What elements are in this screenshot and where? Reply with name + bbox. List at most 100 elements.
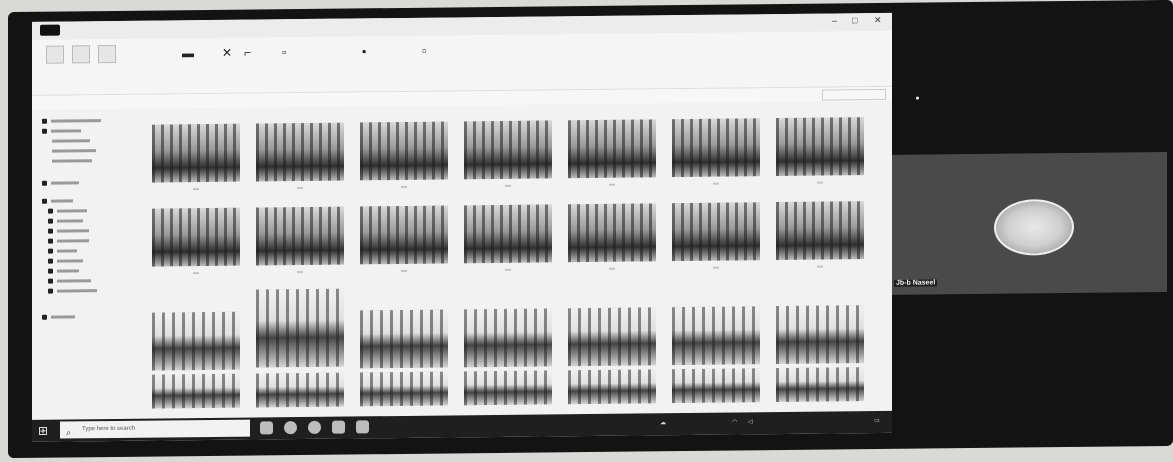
wifi-icon[interactable]: ◠ (732, 418, 737, 425)
thumbnail-caption (464, 268, 552, 271)
photo-thumbnail[interactable] (256, 372, 344, 408)
nav-item-onedrive[interactable] (42, 179, 79, 186)
nav-item-quick-access[interactable] (42, 117, 101, 124)
thumbnail-grid (144, 105, 884, 413)
photo-thumbnail[interactable] (568, 119, 656, 179)
thumbnail-caption (152, 188, 240, 191)
search-icon: ⌕ (66, 427, 72, 438)
camera-dot (916, 96, 919, 100)
photo-thumbnail[interactable] (256, 288, 344, 368)
photo-thumbnail[interactable] (776, 367, 864, 403)
photo-thumbnail[interactable] (568, 369, 656, 405)
photo-image (152, 123, 240, 183)
ribbon-toolbar: ▬ ✕ ⌐ ▫ ▪ ▫ (32, 30, 892, 96)
photo-thumbnail[interactable] (256, 206, 344, 266)
photo-thumbnail[interactable] (568, 203, 656, 263)
photo-image (568, 119, 656, 179)
chrome-icon[interactable] (308, 420, 321, 434)
photo-thumbnail[interactable] (776, 117, 864, 177)
close-icon[interactable]: ✕ (874, 15, 882, 26)
nav-item-this-pc[interactable] (42, 197, 73, 204)
music-icon (48, 248, 53, 254)
minimize-icon[interactable]: – (832, 15, 837, 25)
photo-image (152, 207, 240, 267)
new-folder-icon[interactable]: ▫ (282, 45, 286, 59)
folder-icon (42, 128, 47, 134)
move-icon[interactable]: ▬ (182, 46, 194, 60)
edge-icon[interactable] (284, 421, 297, 435)
photo-thumbnail[interactable] (672, 306, 760, 366)
photo-thumbnail[interactable] (464, 308, 552, 368)
photo-thumbnail[interactable] (360, 371, 448, 407)
nav-item-documents[interactable] (48, 227, 89, 234)
photo-image (568, 203, 656, 263)
nav-item[interactable] (52, 147, 96, 153)
photo-thumbnail[interactable] (360, 205, 448, 265)
nav-item[interactable] (52, 157, 92, 163)
photo-thumbnail[interactable] (152, 207, 240, 267)
photo-image (568, 307, 656, 367)
paste-button[interactable] (98, 44, 116, 64)
notification-icon[interactable]: ▭ (874, 417, 880, 424)
thumbnail-caption (776, 265, 864, 268)
photo-thumbnail[interactable] (672, 368, 760, 404)
photo-image (360, 205, 448, 265)
photo-thumbnail[interactable] (464, 120, 552, 180)
photo-thumbnail[interactable] (776, 305, 864, 365)
photo-image (256, 122, 344, 182)
nav-item-network[interactable] (42, 313, 75, 320)
download-icon (48, 238, 53, 244)
participant-video-tile[interactable]: Jb-b Naseel (892, 151, 1167, 295)
pin-button[interactable] (46, 45, 64, 64)
thumbnail-caption (152, 272, 240, 275)
photo-thumbnail[interactable] (256, 122, 344, 182)
thumbnail-caption (568, 183, 656, 186)
photo-thumbnail[interactable] (360, 121, 448, 181)
nav-item[interactable] (52, 137, 90, 143)
photo-thumbnail[interactable] (152, 373, 240, 409)
thumbnail-caption (360, 269, 448, 272)
copy-button[interactable] (72, 45, 90, 64)
file-explorer-icon (40, 24, 60, 36)
photo-image (360, 371, 448, 407)
windows-logo-icon[interactable]: ⊞ (38, 424, 48, 438)
photo-thumbnail[interactable] (152, 123, 240, 183)
properties-icon[interactable]: ▪ (362, 44, 366, 58)
photo-image (776, 305, 864, 365)
photo-thumbnail[interactable] (152, 311, 240, 371)
file-explorer-taskbar-icon[interactable] (332, 420, 345, 434)
drive-icon (48, 288, 53, 294)
weather-icon[interactable]: ☁ (660, 419, 666, 426)
search-input[interactable] (822, 88, 886, 101)
nav-item-3d-objects[interactable] (48, 207, 87, 214)
photo-thumbnail[interactable] (672, 202, 760, 262)
volume-icon[interactable]: ◁ (748, 418, 753, 425)
desktop-screen: – □ ✕ ▬ ✕ ⌐ ▫ ▪ ▫ ⊞ ⌕ Type here to searc… (32, 12, 892, 442)
photo-thumbnail[interactable] (464, 204, 552, 264)
nav-item[interactable] (42, 127, 81, 134)
nav-item-local-disk[interactable] (48, 277, 91, 284)
nav-item-drive[interactable] (48, 287, 97, 294)
photo-thumbnail[interactable] (672, 118, 760, 178)
nav-item-downloads[interactable] (48, 237, 89, 244)
photo-thumbnail[interactable] (776, 201, 864, 261)
task-view-icon[interactable] (260, 421, 273, 435)
delete-icon[interactable]: ✕ (222, 46, 232, 60)
nav-item-music[interactable] (48, 247, 77, 254)
photo-image (568, 369, 656, 405)
nav-item-pictures[interactable] (48, 257, 83, 264)
network-icon (42, 314, 47, 320)
photo-image (464, 370, 552, 406)
nav-item-videos[interactable] (48, 267, 79, 274)
monitor-bezel: – □ ✕ ▬ ✕ ⌐ ▫ ▪ ▫ ⊞ ⌕ Type here to searc… (8, 0, 1173, 459)
taskbar-search-input[interactable]: ⌕ Type here to search (60, 419, 250, 439)
photo-thumbnail[interactable] (360, 309, 448, 369)
maximize-icon[interactable]: □ (852, 15, 857, 25)
store-icon[interactable] (356, 420, 369, 434)
desktop-icon (48, 218, 53, 224)
nav-item-desktop[interactable] (48, 217, 83, 224)
rename-icon[interactable]: ⌐ (244, 46, 251, 60)
photo-thumbnail[interactable] (568, 307, 656, 367)
select-all-icon[interactable]: ▫ (422, 44, 426, 58)
photo-thumbnail[interactable] (464, 370, 552, 406)
